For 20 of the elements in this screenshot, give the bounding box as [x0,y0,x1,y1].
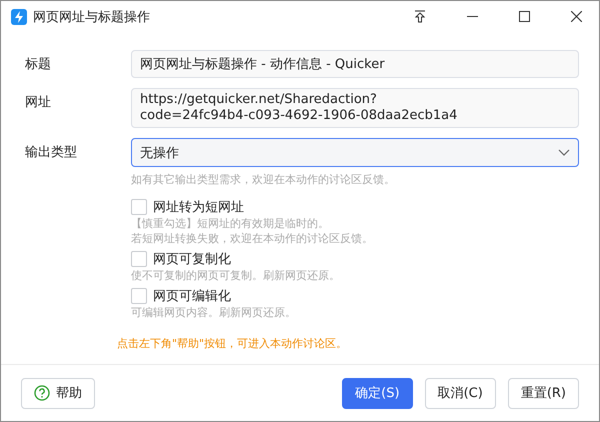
dialog-button[interactable]: 取消(C) [424,378,496,408]
field-label: 标题 [25,56,52,74]
checkbox-label: 网址转为短网址 [153,199,244,216]
hint-text: 使不可复制的网页可复制。刷新网页还原。 [131,268,341,283]
hint-text: 若短网址转换失败，欢迎在本动作的讨论区反馈。 [131,231,374,246]
hint-text: 【慎重勾选】短网址的有效期是临时的。 [131,216,330,231]
dialog-button[interactable]: 确定(S) [342,378,413,408]
window-title: 网页网址与标题操作 [33,8,151,26]
hint-text: 如有其它输出类型需求，欢迎在本动作的讨论区反馈。 [131,172,396,188]
field-label: 输出类型 [25,144,78,162]
notice-text: 点击左下角"帮助"按钮，可进入本动作讨论区。 [117,336,348,351]
field-label: 网址 [25,94,52,112]
help-button[interactable]: 帮助 [21,378,95,408]
hint-text: 可编辑网页内容。刷新网页还原。 [131,305,297,320]
checkbox-label: 网页可编辑化 [153,288,231,305]
dialog-button[interactable]: 重置(R) [508,378,579,408]
output-type-dropdown[interactable]: 无操作 [131,138,579,167]
url-field[interactable]: https://getquicker.net/Sharedaction?code=24fc94b4-c093-4692-1906-08daa2ecb1a4 [131,88,579,128]
title-field[interactable]: 网页网址与标题操作 - 动作信息 - Quicker [131,50,579,78]
checkbox-label: 网页可复制化 [153,251,231,268]
